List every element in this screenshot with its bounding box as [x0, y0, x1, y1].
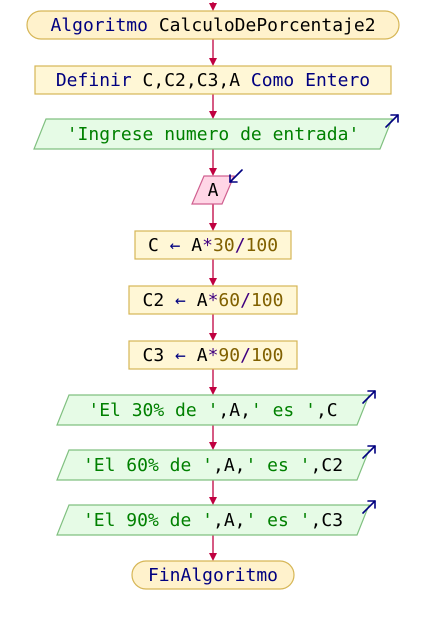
- flow-arrow: [209, 259, 217, 286]
- label-token-identifier: ,C: [316, 400, 338, 421]
- label-token-identifier: C: [148, 235, 170, 256]
- arrow-head-icon: [209, 58, 217, 66]
- arrow-head-icon: [209, 3, 217, 11]
- arrow-head-icon: [209, 111, 217, 119]
- label-token-keyword: ←: [170, 235, 181, 256]
- node-calc-c: C ← A*30/100: [134, 230, 292, 260]
- label-token-identifier: ,A,: [213, 455, 246, 476]
- label-token-number: 100: [251, 290, 284, 311]
- node-label: 'El 30% de ',A,' es ',C: [88, 400, 337, 421]
- node-label: C2 ← A*60/100: [143, 290, 284, 311]
- flowchart-canvas: Algoritmo CalculoDePorcentaje2 Definir C,…: [26, 2, 400, 590]
- label-token-string: 'El 30% de ': [88, 400, 218, 421]
- flow-arrow: [209, 314, 217, 341]
- label-token-number: 90: [218, 345, 240, 366]
- node-out-90: 'El 90% de ',A,' es ',C3: [56, 500, 376, 536]
- label-token-string: ' es ': [246, 510, 311, 531]
- node-label: 'El 90% de ',A,' es ',C3: [83, 510, 343, 531]
- node-label: C ← A*30/100: [148, 235, 278, 256]
- flow-arrow: [209, 535, 217, 561]
- label-token-identifier: ,A,: [218, 400, 251, 421]
- node-label: Algoritmo CalculoDePorcentaje2: [50, 15, 375, 36]
- node-prompt: 'Ingrese numero de entrada': [33, 114, 399, 150]
- node-label: Definir C,C2,C3,A Como Entero: [56, 70, 370, 91]
- node-label: 'Ingrese numero de entrada': [67, 124, 360, 145]
- flow-arrow: [209, 2, 217, 11]
- label-token-identifier: CalculoDePorcentaje2: [159, 15, 376, 36]
- label-token-string: ' es ': [251, 400, 316, 421]
- label-token-operator: *: [202, 235, 213, 256]
- flow-arrow: [209, 149, 217, 176]
- label-token-number: 100: [251, 345, 284, 366]
- label-token-identifier: A: [180, 235, 202, 256]
- label-token-operator: /: [240, 290, 251, 311]
- node-out-60: 'El 60% de ',A,' es ',C2: [56, 445, 376, 481]
- label-token-keyword: Definir: [56, 70, 143, 91]
- label-token-keyword: Como Entero: [251, 70, 370, 91]
- label-token-keyword: ←: [175, 345, 186, 366]
- label-token-operator: *: [208, 345, 219, 366]
- label-token-string: 'El 60% de ': [83, 455, 213, 476]
- label-token-identifier: ,C2: [311, 455, 344, 476]
- label-token-number: 30: [213, 235, 235, 256]
- label-token-operator: /: [240, 345, 251, 366]
- label-token-string: 'El 90% de ': [83, 510, 213, 531]
- label-token-string: 'Ingrese numero de entrada': [67, 124, 360, 145]
- node-end: FinAlgoritmo: [131, 560, 295, 590]
- node-calc-c2: C2 ← A*60/100: [128, 285, 298, 315]
- label-token-keyword: ←: [175, 290, 186, 311]
- label-token-keyword: FinAlgoritmo: [148, 565, 278, 586]
- arrow-head-icon: [209, 223, 217, 231]
- label-token-identifier: A: [186, 290, 208, 311]
- node-calc-c3: C3 ← A*90/100: [128, 340, 298, 370]
- flow-arrow: [209, 480, 217, 505]
- arrow-head-icon: [209, 442, 217, 450]
- label-token-keyword: Algoritmo: [50, 15, 158, 36]
- flow-arrow: [209, 369, 217, 395]
- node-out-30: 'El 30% de ',A,' es ',C: [56, 390, 376, 426]
- arrow-head-icon: [209, 497, 217, 505]
- node-label: 'El 60% de ',A,' es ',C2: [83, 455, 343, 476]
- label-token-identifier: ,C3: [311, 510, 344, 531]
- flow-arrow: [209, 39, 217, 66]
- node-start: Algoritmo CalculoDePorcentaje2: [26, 10, 400, 40]
- node-label: C3 ← A*90/100: [143, 345, 284, 366]
- label-token-identifier: C3: [143, 345, 176, 366]
- arrow-head-icon: [209, 387, 217, 395]
- arrow-head-icon: [209, 333, 217, 341]
- arrow-head-icon: [209, 278, 217, 286]
- label-token-number: 100: [246, 235, 279, 256]
- label-token-operator: /: [235, 235, 246, 256]
- node-label: FinAlgoritmo: [148, 565, 278, 586]
- flow-arrow: [209, 425, 217, 450]
- label-token-identifier: C,C2,C3,A: [143, 70, 251, 91]
- node-label: A: [208, 180, 219, 201]
- flow-arrow: [209, 94, 217, 119]
- node-define: Definir C,C2,C3,A Como Entero: [34, 65, 392, 95]
- label-token-identifier: C2: [143, 290, 176, 311]
- label-token-identifier: ,A,: [213, 510, 246, 531]
- label-token-operator: *: [208, 290, 219, 311]
- node-read-a: A: [191, 169, 243, 205]
- label-token-number: 60: [218, 290, 240, 311]
- arrow-head-icon: [209, 168, 217, 176]
- label-token-identifier: A: [208, 180, 219, 201]
- label-token-identifier: A: [186, 345, 208, 366]
- flow-arrow: [209, 204, 217, 231]
- arrow-head-icon: [209, 553, 217, 561]
- label-token-string: ' es ': [246, 455, 311, 476]
